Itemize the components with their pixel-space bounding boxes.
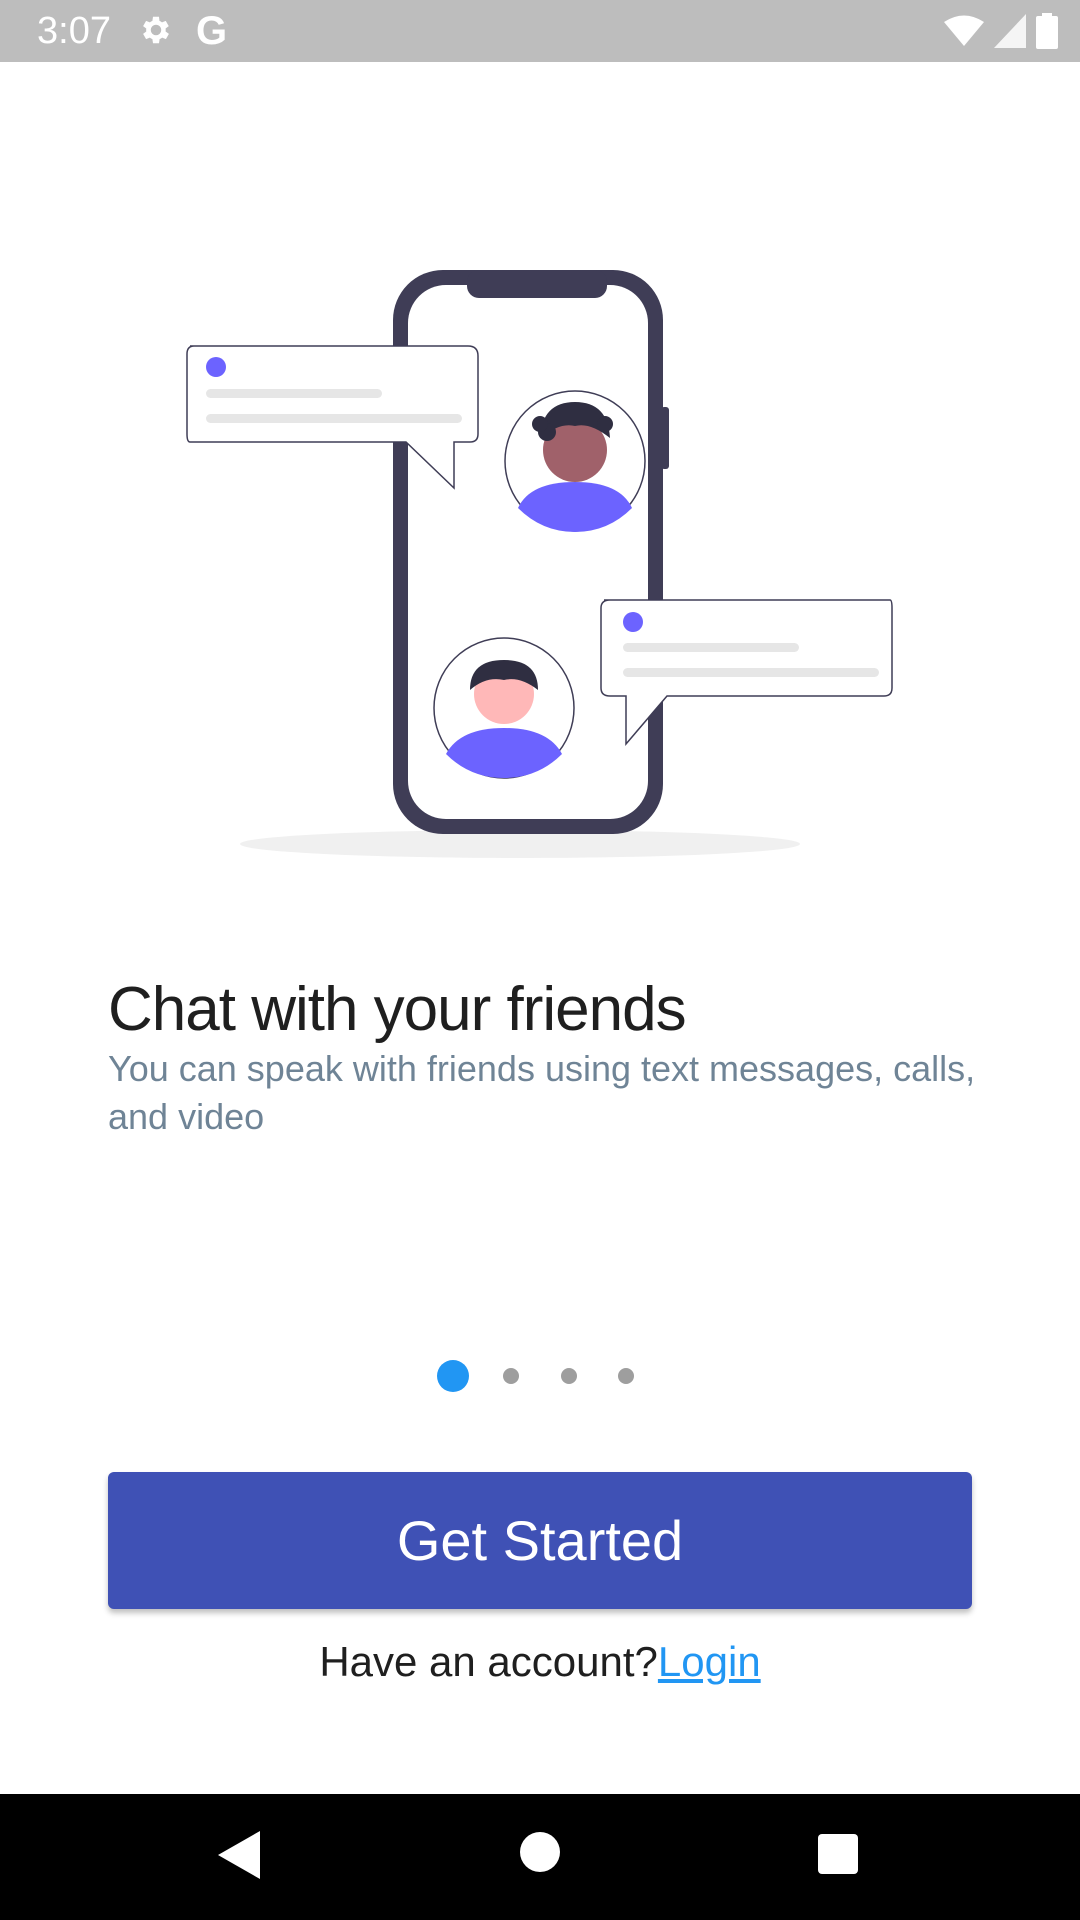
ground-shadow (240, 830, 800, 858)
google-g-icon: G (196, 9, 228, 53)
message-bubble-right (600, 599, 893, 747)
account-prompt-text: Have an account? (319, 1638, 658, 1685)
back-icon[interactable] (218, 1831, 260, 1879)
navigation-bar (0, 1794, 1080, 1920)
wifi-icon (944, 15, 984, 46)
avatar-top (504, 390, 646, 532)
message-bubble-left (186, 345, 479, 490)
status-time: 3:07 (37, 10, 111, 52)
status-icons (944, 12, 1058, 50)
gear-icon (143, 16, 169, 44)
page-dot[interactable] (503, 1368, 519, 1384)
get-started-button[interactable]: Get Started (108, 1472, 972, 1609)
page-dot[interactable] (561, 1368, 577, 1384)
account-prompt: Have an account?Login (0, 1632, 1080, 1692)
recent-apps-icon[interactable] (818, 1834, 858, 1874)
signal-icon (994, 14, 1026, 48)
onboarding-subtitle: You can speak with friends using text me… (108, 1048, 976, 1137)
home-icon[interactable] (520, 1832, 560, 1872)
chat-illustration (186, 270, 893, 858)
onboarding-title: Chat with your friends (108, 975, 687, 1044)
page-dot-active[interactable] (437, 1360, 469, 1392)
page-indicator (0, 1360, 1080, 1394)
avatar-bottom (433, 637, 575, 779)
status-bar: 3:07 G (0, 0, 1080, 62)
battery-icon (1036, 13, 1058, 49)
page-dot[interactable] (618, 1368, 634, 1384)
login-link[interactable]: Login (658, 1638, 761, 1685)
